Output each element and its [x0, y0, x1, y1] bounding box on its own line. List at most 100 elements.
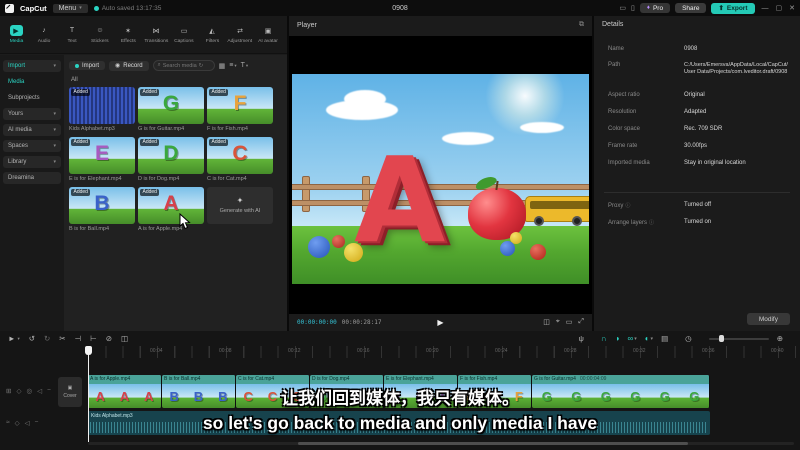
sidebar-item-spaces[interactable]: Spaces ▾ — [3, 140, 61, 152]
fullscreen-icon[interactable]: ⤢ — [578, 318, 584, 326]
search-input[interactable]: ⌕ Search media ↻ — [152, 60, 215, 71]
player-controls: 00:00:00:00 00:00:28:17 ▶ ◫ ⌖ ▭ ⤢ — [289, 315, 592, 329]
preview-axis-button[interactable]: ◐ ▾ — [645, 334, 653, 343]
sidebar-item-import[interactable]: Import ▾ — [3, 60, 61, 72]
ruler-tick: 00:32 — [633, 348, 646, 354]
media-item[interactable]: F Added F is for Fish.mp4 — [207, 87, 273, 132]
ruler-tick: 00:40 — [771, 348, 784, 354]
tab-stickers[interactable]: ☺ Stickers — [86, 25, 114, 44]
media-item[interactable]: A Added A is for Apple.mp4 — [138, 187, 204, 232]
redo-button[interactable]: ↻ — [44, 334, 50, 343]
media-item[interactable]: G Added G is for Guitar.mp4 — [138, 87, 204, 132]
zoom-fit-button[interactable]: ⊕ — [777, 334, 783, 343]
video-thumbnail[interactable]: D Added — [138, 137, 204, 174]
ruler-tick: 00:24 — [495, 348, 508, 354]
panel-toggle-icon[interactable]: ▯ — [631, 4, 635, 12]
detach-player-icon[interactable]: ⧉ — [579, 21, 584, 29]
generate-with-ai-tile[interactable]: ✦ Generate with AI — [207, 187, 273, 232]
video-viewport[interactable]: A — [289, 36, 592, 314]
trim-left-button[interactable]: ⊣ — [75, 334, 82, 343]
tab-filters[interactable]: ◭ Filters — [198, 25, 226, 44]
details-title: Details — [602, 21, 624, 28]
timeline-zoom-slider[interactable] — [708, 335, 769, 342]
tab-captions[interactable]: ▭ Captions — [170, 25, 198, 44]
chevron-down-icon: ▾ — [634, 335, 637, 342]
sidebar-item-dreamina[interactable]: Dreamina — [3, 172, 61, 184]
sidebar-item-subprojects[interactable]: Subprojects — [3, 92, 61, 104]
audio-thumbnail[interactable]: Added — [69, 87, 135, 124]
tab-audio[interactable]: ♪ Audio — [30, 25, 58, 44]
sidebar-item-ai-media[interactable]: AI media ▾ — [3, 124, 61, 136]
clock-button[interactable]: ◷ — [685, 334, 692, 343]
select-tool-button[interactable]: ► ▾ — [8, 334, 20, 343]
film-frames-button[interactable]: ▤ — [661, 334, 668, 343]
ruler-tick: 00:08 — [219, 348, 232, 354]
tab-transitions[interactable]: ⋈ Transitions — [142, 25, 170, 44]
maximize-button[interactable]: ▢ — [776, 4, 783, 12]
horizontal-scrollbar[interactable] — [88, 442, 794, 445]
flip-icon[interactable]: ◫ — [543, 318, 550, 326]
link-clips-button[interactable]: ∞ ▾ — [627, 334, 636, 343]
zoom-slider-handle[interactable] — [718, 335, 724, 342]
cloud — [442, 132, 494, 145]
added-badge: Added — [71, 189, 91, 196]
refresh-icon[interactable]: ↻ — [199, 63, 204, 69]
video-thumbnail[interactable]: G Added — [138, 87, 204, 124]
import-button[interactable]: Import — [69, 61, 106, 70]
tab-text[interactable]: T Text — [58, 25, 86, 44]
layout-toggle-icon[interactable]: ▭ — [619, 4, 626, 12]
sort-button[interactable]: ≡ ▾ — [229, 62, 236, 69]
tab-adjustment[interactable]: ⇄ Adjustment — [226, 25, 254, 44]
mirror-button[interactable]: ◫ — [121, 334, 128, 343]
cloud — [520, 122, 564, 133]
record-button[interactable]: ◉ Record — [109, 60, 149, 71]
video-thumbnail[interactable]: C Added — [207, 137, 273, 174]
detail-row-resolution: Resolution Adapted — [608, 109, 707, 115]
video-thumbnail[interactable]: A Added — [138, 187, 204, 224]
minimize-button[interactable]: — — [762, 5, 769, 12]
export-button[interactable]: ⬆ Export — [711, 2, 755, 14]
close-button[interactable]: ✕ — [789, 4, 795, 12]
scrollbar-thumb[interactable] — [298, 442, 688, 445]
focus-icon[interactable]: ⌖ — [556, 318, 560, 326]
menu-button[interactable]: Menu ▾ — [52, 3, 88, 13]
timeline-ruler[interactable]: 00:04 00:08 00:12 00:16 00:20 00:24 00:2… — [88, 346, 800, 358]
media-icon: ▶ — [9, 25, 23, 36]
pro-button[interactable]: ♦ Pro — [639, 3, 671, 13]
media-item[interactable]: D Added D is for Dog.mp4 — [138, 137, 204, 182]
record-icon: ◉ — [115, 63, 121, 69]
tab-effects[interactable]: ✶ Effects — [114, 25, 142, 44]
section-label-all: All — [71, 77, 78, 83]
split-button[interactable]: ✂ — [59, 334, 65, 343]
media-item[interactable]: C Added C is for Cat.mp4 — [207, 137, 273, 182]
auto-cut-button[interactable]: ◑ — [615, 334, 620, 343]
video-thumbnail[interactable]: E Added — [69, 137, 135, 174]
ball-red — [530, 244, 546, 260]
media-grid: Added Kids Alphabet.mp3 G Added G is for… — [69, 87, 283, 237]
trim-right-button[interactable]: ⊢ — [90, 334, 97, 343]
voiceover-mic-button[interactable]: ψ — [579, 334, 584, 343]
sidebar-item-yours[interactable]: Yours ▾ — [3, 108, 61, 120]
magnet-snap-button[interactable]: ∩ — [601, 334, 607, 343]
video-thumbnail[interactable]: B Added — [69, 187, 135, 224]
type-filter-button[interactable]: T ▾ — [241, 62, 249, 69]
sidebar-item-media[interactable]: Media — [3, 76, 61, 88]
grid-view-button[interactable]: ▦ — [219, 62, 226, 70]
delete-button[interactable]: ⊘ — [106, 334, 112, 343]
undo-button[interactable]: ↺ — [29, 334, 35, 343]
share-button[interactable]: Share — [675, 3, 707, 13]
tab-ai-avatar[interactable]: ▣ AI avatar — [254, 25, 282, 44]
aspect-ratio-icon[interactable]: ▭ — [566, 318, 573, 326]
modify-button[interactable]: Modify — [746, 313, 790, 325]
total-duration: 00:00:28:17 — [341, 318, 382, 326]
ai-avatar-icon: ▣ — [264, 27, 272, 35]
added-badge: Added — [140, 189, 160, 196]
tab-media[interactable]: ▶ Media — [2, 25, 30, 44]
video-thumbnail[interactable]: F Added — [207, 87, 273, 124]
play-button[interactable]: ▶ — [437, 318, 443, 327]
playhead-handle[interactable] — [85, 346, 92, 355]
media-item[interactable]: B Added B is for Ball.mp4 — [69, 187, 135, 232]
media-item[interactable]: Added Kids Alphabet.mp3 — [69, 87, 135, 132]
sidebar-item-library[interactable]: Library ▾ — [3, 156, 61, 168]
media-item[interactable]: E Added E is for Elephant.mp4 — [69, 137, 135, 182]
